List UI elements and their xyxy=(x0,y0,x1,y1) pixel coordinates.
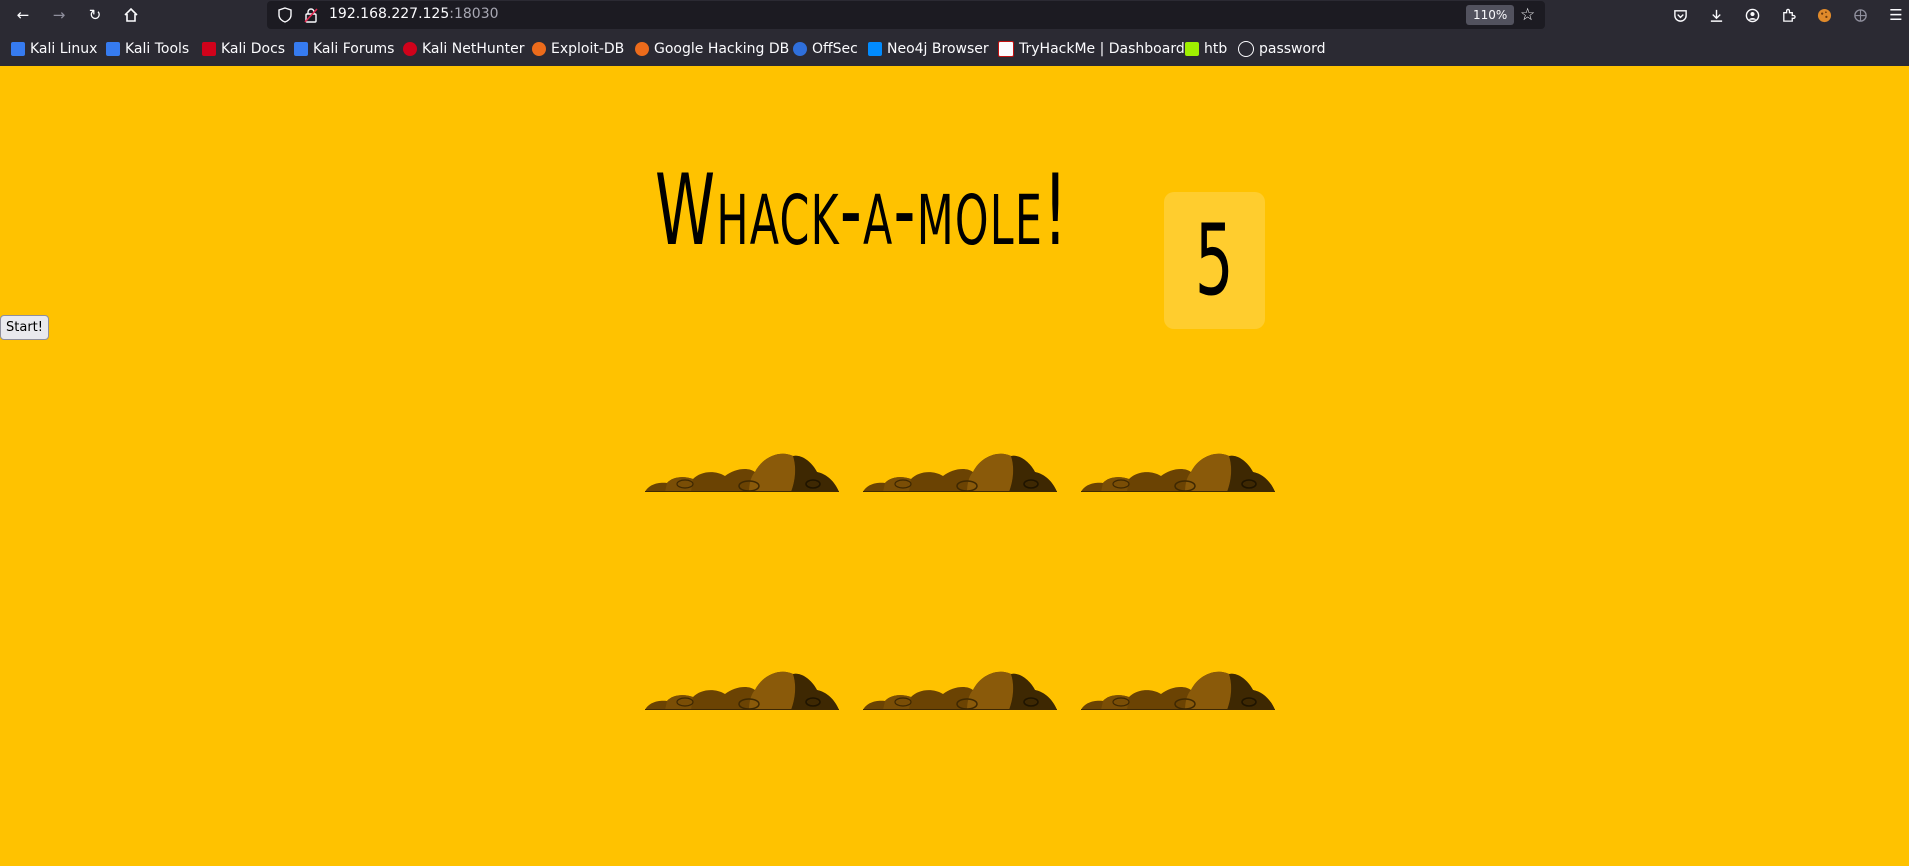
url-bar[interactable]: 192.168.227.125:18030 110% ☆ xyxy=(267,1,1545,29)
home-icon[interactable] xyxy=(119,4,143,26)
score-value: 5 xyxy=(1195,203,1234,318)
bookmark-kali-nethunter[interactable]: Kali NetHunter xyxy=(403,41,524,57)
htb-cube-icon xyxy=(1185,42,1199,56)
browser-toolbar: ← → ↻ 192.168.227.125:18030 110% ☆ ☰ xyxy=(0,0,1909,30)
zoom-level-badge[interactable]: 110% xyxy=(1466,5,1515,25)
cookie-extension-icon[interactable] xyxy=(1812,4,1836,26)
nethunter-icon xyxy=(403,42,417,56)
score-box: 5 xyxy=(1164,192,1265,329)
bookmark-star-icon[interactable]: ☆ xyxy=(1520,5,1535,25)
bookmarks-toolbar: Kali Linux Kali Tools Kali Docs Kali For… xyxy=(0,32,1909,66)
url-port: :18030 xyxy=(449,6,499,22)
bookmark-exploit-db[interactable]: Exploit-DB xyxy=(532,41,624,57)
bookmark-label: Kali Forums xyxy=(313,41,395,57)
exploit-db-icon xyxy=(635,42,649,56)
url-host: 192.168.227.125 xyxy=(329,6,450,22)
account-icon[interactable] xyxy=(1740,4,1764,26)
bookmark-label: Kali Linux xyxy=(30,41,98,57)
kali-docs-icon xyxy=(202,42,216,56)
forward-icon[interactable]: → xyxy=(47,4,71,26)
kali-dragon-icon xyxy=(294,42,308,56)
mole-hole[interactable] xyxy=(645,448,839,492)
bookmark-password[interactable]: password xyxy=(1238,41,1325,57)
bookmark-label: TryHackMe | Dashboard xyxy=(1019,41,1185,57)
bookmark-tryhackme[interactable]: TryHackMe | Dashboard xyxy=(998,41,1185,57)
bookmark-label: htb xyxy=(1204,41,1228,57)
bookmark-kali-tools[interactable]: Kali Tools xyxy=(106,41,189,57)
bookmark-label: OffSec xyxy=(812,41,858,57)
bookmark-kali-linux[interactable]: Kali Linux xyxy=(11,41,97,57)
game-page: Whack-a-mole! 5 Start! xyxy=(0,66,1909,866)
bookmark-label: Neo4j Browser xyxy=(887,41,989,57)
url-text[interactable]: 192.168.227.125:18030 xyxy=(329,6,499,22)
back-icon[interactable]: ← xyxy=(11,4,35,26)
reload-icon[interactable]: ↻ xyxy=(83,4,107,26)
mole-hole[interactable] xyxy=(1081,448,1275,492)
tryhackme-icon xyxy=(998,41,1014,57)
bookmark-label: Kali NetHunter xyxy=(422,41,525,57)
browser-chrome: ← → ↻ 192.168.227.125:18030 110% ☆ ☰ Kal… xyxy=(0,0,1909,66)
terminal-icon xyxy=(868,42,882,56)
bookmark-label: password xyxy=(1259,41,1326,57)
lock-icon[interactable] xyxy=(303,7,319,23)
mole-hole[interactable] xyxy=(1081,666,1275,710)
menu-icon[interactable]: ☰ xyxy=(1884,4,1908,26)
game-title: Whack-a-mole! xyxy=(655,154,1069,268)
pocket-icon[interactable] xyxy=(1668,4,1692,26)
kali-dragon-icon xyxy=(11,42,25,56)
exploit-db-icon xyxy=(532,42,546,56)
bookmark-kali-forums[interactable]: Kali Forums xyxy=(294,41,394,57)
bookmark-label: Exploit-DB xyxy=(551,41,625,57)
extensions-icon[interactable] xyxy=(1776,4,1800,26)
bookmark-label: Kali Tools xyxy=(125,41,190,57)
offsec-icon xyxy=(793,42,807,56)
bookmark-label: Google Hacking DB xyxy=(654,41,790,57)
mole-hole[interactable] xyxy=(645,666,839,710)
mole-hole[interactable] xyxy=(863,448,1057,492)
bookmark-google-hacking-db[interactable]: Google Hacking DB xyxy=(635,41,789,57)
kali-tools-icon xyxy=(106,42,120,56)
start-button[interactable]: Start! xyxy=(0,315,49,340)
bookmark-neo4j-browser[interactable]: Neo4j Browser xyxy=(868,41,989,57)
globe-icon xyxy=(1238,41,1254,57)
mole-hole[interactable] xyxy=(863,666,1057,710)
bookmark-kali-docs[interactable]: Kali Docs xyxy=(202,41,285,57)
bookmark-label: Kali Docs xyxy=(221,41,286,57)
network-extension-icon[interactable] xyxy=(1848,4,1872,26)
bookmark-htb[interactable]: htb xyxy=(1185,41,1227,57)
bookmark-offsec[interactable]: OffSec xyxy=(793,41,858,57)
tracking-shield-icon[interactable] xyxy=(277,7,293,23)
downloads-icon[interactable] xyxy=(1704,4,1728,26)
